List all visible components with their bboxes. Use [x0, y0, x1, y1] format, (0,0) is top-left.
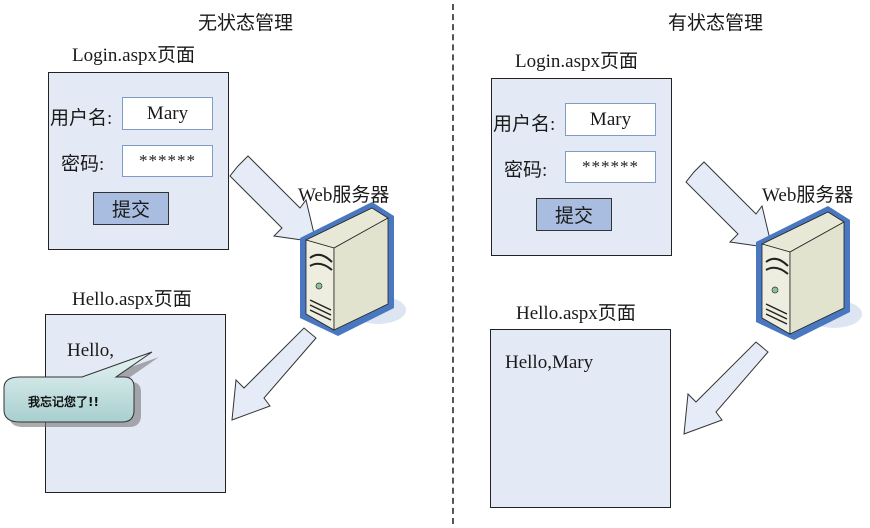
speech-bubble	[3, 351, 159, 427]
stateful-submit-button[interactable]: 提交	[536, 198, 612, 231]
stateful-username-field[interactable]: Mary	[565, 103, 656, 136]
stateful-login-caption: Login.aspx页面	[515, 51, 638, 72]
stateful-password-label: 密码:	[504, 160, 548, 181]
web-server-icon	[756, 206, 862, 340]
stateful-hello-caption: Hello.aspx页面	[516, 303, 636, 324]
stateful-username-value: Mary	[589, 108, 632, 130]
stateful-username-label: 用户名:	[493, 114, 556, 135]
stateless-password-field[interactable]: ******	[122, 145, 213, 177]
stateless-password-value: ******	[139, 151, 196, 170]
response-arrow-icon	[683, 341, 769, 435]
stateful-submit-label: 提交	[554, 206, 593, 227]
stateless-username-value: Mary	[146, 102, 189, 124]
stateful-password-field[interactable]: ******	[565, 151, 656, 183]
stateless-submit-button[interactable]: 提交	[93, 192, 169, 225]
speech-bubble-text: 我忘记您了!!	[28, 395, 99, 409]
stateful-title: 有状态管理	[668, 13, 764, 34]
stateless-username-field[interactable]: Mary	[122, 97, 213, 130]
stateless-login-caption: Login.aspx页面	[72, 45, 195, 66]
response-arrow-icon	[231, 327, 317, 421]
web-server-icon	[300, 202, 406, 336]
section-divider	[452, 4, 454, 524]
stateful-server-label: Web服务器	[762, 185, 854, 206]
stateless-submit-label: 提交	[111, 200, 150, 221]
stateless-hello-caption: Hello.aspx页面	[72, 289, 192, 310]
stateless-username-label: 用户名:	[50, 108, 113, 129]
stateful-greeting: Hello,Mary	[505, 352, 594, 373]
stateful-password-value: ******	[582, 157, 639, 176]
stateless-password-label: 密码:	[61, 154, 105, 175]
stateless-title: 无状态管理	[198, 13, 294, 34]
